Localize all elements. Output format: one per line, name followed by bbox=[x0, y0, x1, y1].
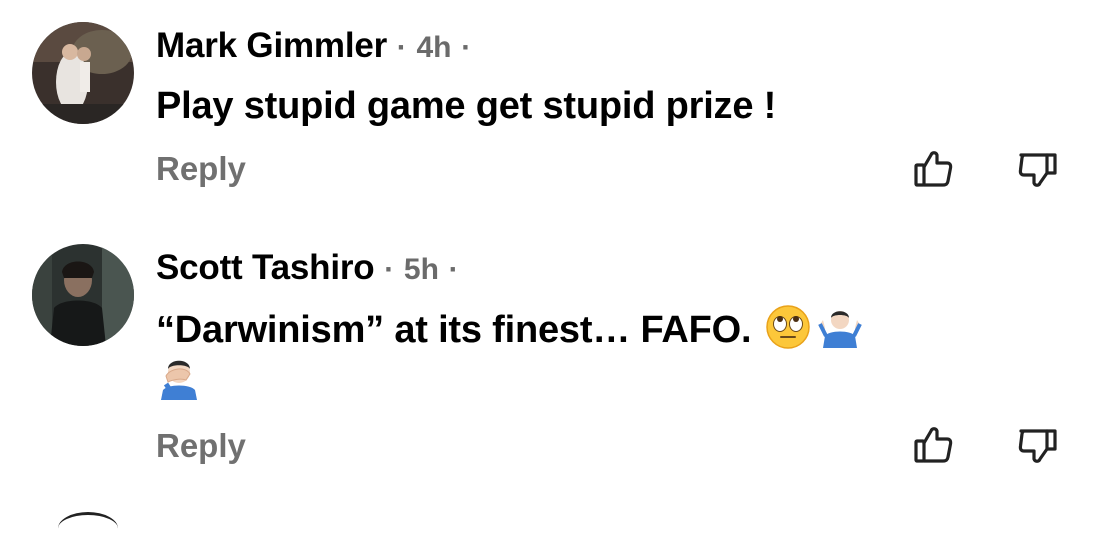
reply-button[interactable]: Reply bbox=[156, 427, 246, 465]
thumbs-down-icon[interactable] bbox=[1016, 422, 1060, 466]
avatar[interactable] bbox=[32, 22, 134, 124]
author-name[interactable]: Scott Tashiro bbox=[156, 248, 375, 287]
avatar bbox=[58, 512, 118, 545]
separator: · bbox=[396, 31, 407, 64]
avatar[interactable] bbox=[32, 244, 134, 346]
timestamp: 4h bbox=[416, 31, 452, 64]
reply-button[interactable]: Reply bbox=[156, 150, 246, 188]
thumbs-up-icon[interactable] bbox=[911, 422, 955, 466]
separator: · bbox=[448, 253, 459, 286]
comment-header: Scott Tashiro · 5h · bbox=[156, 246, 459, 292]
comment-text: Play stupid game get stupid prize ! bbox=[156, 82, 1056, 130]
timestamp: 5h bbox=[403, 253, 439, 286]
comment-body: “Darwinism” at its finest… FAFO. bbox=[156, 309, 752, 351]
separator: · bbox=[461, 31, 472, 64]
comment-text: “Darwinism” at its finest… FAFO. bbox=[156, 304, 1056, 404]
comment-body: Play stupid game get stupid prize ! bbox=[156, 85, 777, 127]
separator: · bbox=[384, 253, 395, 286]
facepalm-emoji bbox=[156, 354, 202, 400]
comment-header: Mark Gimmler · 4h · bbox=[156, 24, 471, 70]
comment-item: Scott Tashiro · 5h · “Darwinism” at its … bbox=[0, 222, 1100, 482]
shrug-emoji bbox=[817, 304, 863, 350]
thumbs-down-icon[interactable] bbox=[1016, 146, 1060, 190]
thumbs-up-icon[interactable] bbox=[911, 146, 955, 190]
author-name[interactable]: Mark Gimmler bbox=[156, 26, 387, 65]
eye-roll-emoji bbox=[765, 304, 811, 350]
comment-item: Mark Gimmler · 4h · Play stupid game get… bbox=[0, 0, 1100, 215]
